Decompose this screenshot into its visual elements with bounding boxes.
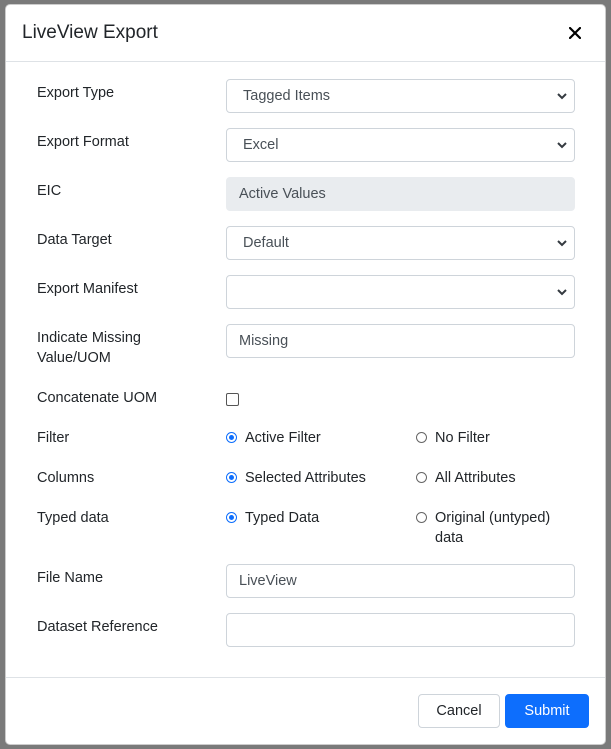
export-type-value: Tagged Items [243, 88, 331, 104]
radio-unselected-icon [416, 432, 427, 443]
radio-selected-attributes[interactable]: Selected Attributes [226, 468, 366, 488]
concatenate-uom-checkbox[interactable] [226, 393, 239, 406]
export-type-select[interactable]: Tagged Items [226, 79, 575, 113]
radio-selected-icon [226, 512, 237, 523]
filter-label: Filter [37, 430, 70, 446]
radio-no-filter[interactable]: No Filter [416, 428, 490, 448]
chevron-down-icon [557, 93, 567, 100]
export-manifest-select[interactable] [226, 275, 575, 309]
export-manifest-row: Export Manifest [37, 275, 578, 313]
close-icon [569, 27, 581, 39]
eic-label: EIC [37, 183, 62, 199]
data-target-label: Data Target [37, 232, 112, 248]
radio-selected-icon [226, 432, 237, 443]
export-format-select[interactable]: Excel [226, 128, 575, 162]
missing-value-label: Indicate Missing Value/UOM [37, 330, 141, 366]
radio-unselected-icon [416, 512, 427, 523]
radio-typed-data[interactable]: Typed Data [226, 508, 319, 528]
radio-typed-data-label: Typed Data [245, 510, 320, 526]
file-name-input[interactable]: LiveView [226, 564, 575, 598]
chevron-down-icon [557, 240, 567, 247]
export-type-row: Export Type Tagged Items [37, 79, 578, 117]
data-target-row: Data Target Default [37, 226, 578, 264]
chevron-down-icon [557, 142, 567, 149]
radio-selected-icon [226, 472, 237, 483]
dataset-reference-label: Dataset Reference [37, 619, 158, 635]
radio-unselected-icon [416, 472, 427, 483]
eic-value: Active Values [239, 186, 326, 202]
export-format-label: Export Format [37, 134, 129, 150]
radio-selected-attributes-label: Selected Attributes [245, 470, 366, 486]
export-type-label: Export Type [37, 85, 115, 101]
chevron-down-icon [557, 289, 567, 296]
radio-all-attributes[interactable]: All Attributes [416, 468, 516, 488]
export-format-value: Excel [243, 137, 279, 153]
cancel-button[interactable]: Cancel [418, 694, 500, 728]
submit-button[interactable]: Submit [505, 694, 589, 728]
radio-no-filter-label: No Filter [435, 430, 490, 446]
missing-value-input[interactable]: Missing [226, 324, 575, 358]
dataset-reference-input[interactable] [226, 613, 575, 647]
radio-active-filter-label: Active Filter [245, 430, 321, 446]
radio-all-attributes-label: All Attributes [435, 470, 516, 486]
columns-label: Columns [37, 470, 95, 486]
dialog-title: LiveView Export [22, 22, 158, 43]
eic-field: Active Values [226, 177, 575, 211]
dialog-body: Export Type Tagged Items Export Format E… [6, 62, 605, 678]
export-format-row: Export Format Excel [37, 128, 578, 166]
file-name-label: File Name [37, 570, 104, 586]
radio-original-data-label: Original (untyped) data [435, 510, 551, 546]
close-button[interactable] [563, 21, 587, 45]
data-target-select[interactable]: Default [226, 226, 575, 260]
radio-original-data[interactable]: Original (untyped) data [416, 508, 566, 548]
radio-active-filter[interactable]: Active Filter [226, 428, 321, 448]
export-manifest-label: Export Manifest [37, 281, 138, 297]
file-name-text: LiveView [239, 573, 297, 589]
typed-data-label: Typed data [37, 510, 109, 526]
export-dialog: LiveView Export Export Type Tagged Items… [5, 4, 606, 745]
dialog-header: LiveView Export [6, 5, 605, 62]
missing-value-text: Missing [239, 333, 289, 349]
data-target-value: Default [243, 235, 289, 251]
concatenate-uom-label: Concatenate UOM [37, 390, 158, 406]
dialog-footer: Cancel Submit [6, 677, 605, 744]
